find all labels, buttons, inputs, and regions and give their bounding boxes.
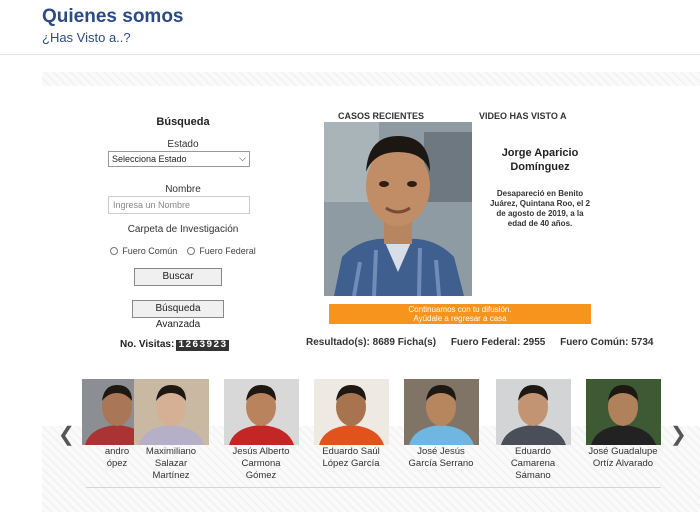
page-header: Quienes somos ¿Has Visto a..? <box>0 0 700 55</box>
radio-fuero-federal[interactable]: Fuero Federal <box>187 246 256 256</box>
person-thumbnail <box>313 379 389 445</box>
federal-count: Fuero Federal: 2955 <box>450 337 546 348</box>
radio-fuero-comun[interactable]: Fuero Común <box>110 246 177 256</box>
person-name: José Guadalupe Ortíz Alvarado <box>588 446 658 469</box>
video-label: VIDEO HAS VISTO A <box>479 111 567 121</box>
advanced-search-button[interactable]: Búsqueda Avanzada <box>132 300 224 330</box>
estado-select-value: Selecciona Estado <box>112 154 187 164</box>
carousel-card[interactable]: Eduardo Saúl López García <box>312 379 390 470</box>
person-name: José Jesús García Serrano <box>408 446 474 469</box>
results-count: Resultado(s): 8689 Ficha(s) <box>306 337 437 348</box>
chevron-right-icon[interactable]: ❯ <box>670 422 687 447</box>
fuero-radio-group: Fuero Común Fuero Federal <box>98 246 268 256</box>
person-name: Eduardo Saúl López García <box>322 446 380 469</box>
nombre-input[interactable]: Ingresa un Nombre <box>108 196 250 214</box>
person-thumbnail <box>403 379 479 445</box>
featured-person-description: Desapareció en Benito Juárez, Quintana R… <box>489 189 591 228</box>
visits-counter: No. Visitas: 1263923 <box>120 339 230 351</box>
featured-person-photo[interactable] <box>324 122 472 296</box>
person-thumbnail <box>495 379 571 445</box>
visits-value: 1263923 <box>176 340 230 351</box>
results-stats: Resultado(s): 8689 Ficha(s) Fuero Federa… <box>306 337 665 348</box>
recent-cases-label: CASOS RECIENTES <box>338 111 425 121</box>
carousel-track: andro ópez Maximiliano Salazar Martínez Jesús… <box>82 379 662 484</box>
carousel-card[interactable]: José Jesús García Serrano <box>402 379 480 470</box>
search-button[interactable]: Buscar <box>134 268 222 286</box>
person-thumbnail <box>133 379 209 445</box>
page-subtitle: ¿Has Visto a..? <box>42 30 131 45</box>
diffusion-banner: Continuamos con tu difusión. Ayúdale a r… <box>329 304 591 324</box>
person-name: Jesús Alberto Carmona Gómez <box>232 446 290 481</box>
carpeta-label: Carpeta de Investigación <box>127 224 239 235</box>
carousel-card[interactable]: Jesús Alberto Carmona Gómez <box>222 379 300 482</box>
person-name: Eduardo Camarena Sámano <box>510 446 556 481</box>
people-carousel: ❮ ❯ andro ópez Maximiliano Salazar Martínez J… <box>42 372 700 488</box>
radio-fuero-federal-label: Fuero Federal <box>199 246 256 256</box>
person-photo-graphic <box>324 122 472 296</box>
carousel-divider <box>86 487 661 488</box>
person-thumbnail <box>585 379 661 445</box>
radio-fuero-comun-label: Fuero Común <box>122 246 178 256</box>
featured-person-name[interactable]: Jorge Aparicio Domínguez <box>484 146 596 174</box>
person-thumbnail <box>223 379 299 445</box>
person-name: Maximiliano Salazar Martínez <box>145 446 197 481</box>
carousel-card[interactable]: José Guadalupe Ortíz Alvarado <box>584 379 662 470</box>
radio-icon <box>187 247 196 255</box>
carousel-card[interactable]: Maximiliano Salazar Martínez <box>132 379 210 482</box>
estado-label: Estado <box>167 139 199 150</box>
comun-count: Fuero Común: 5734 <box>560 337 654 348</box>
carousel-card[interactable]: Eduardo Camarena Sámano <box>494 379 572 482</box>
page-title: Quienes somos <box>42 6 184 27</box>
search-title: Búsqueda <box>156 116 210 128</box>
content-panel: Búsqueda Estado Selecciona Estado ⌵ Nomb… <box>42 72 700 512</box>
chevron-down-icon: ⌵ <box>239 153 246 163</box>
visits-label: No. Visitas: <box>120 339 175 350</box>
radio-icon <box>110 247 119 255</box>
banner-line-1: Continuamos con tu difusión. <box>408 305 512 314</box>
banner-line-2: Ayúdale a regresar a casa <box>413 314 507 323</box>
chevron-left-icon[interactable]: ❮ <box>58 422 75 447</box>
nombre-label: Nombre <box>165 184 201 195</box>
estado-select[interactable]: Selecciona Estado ⌵ <box>108 151 250 167</box>
